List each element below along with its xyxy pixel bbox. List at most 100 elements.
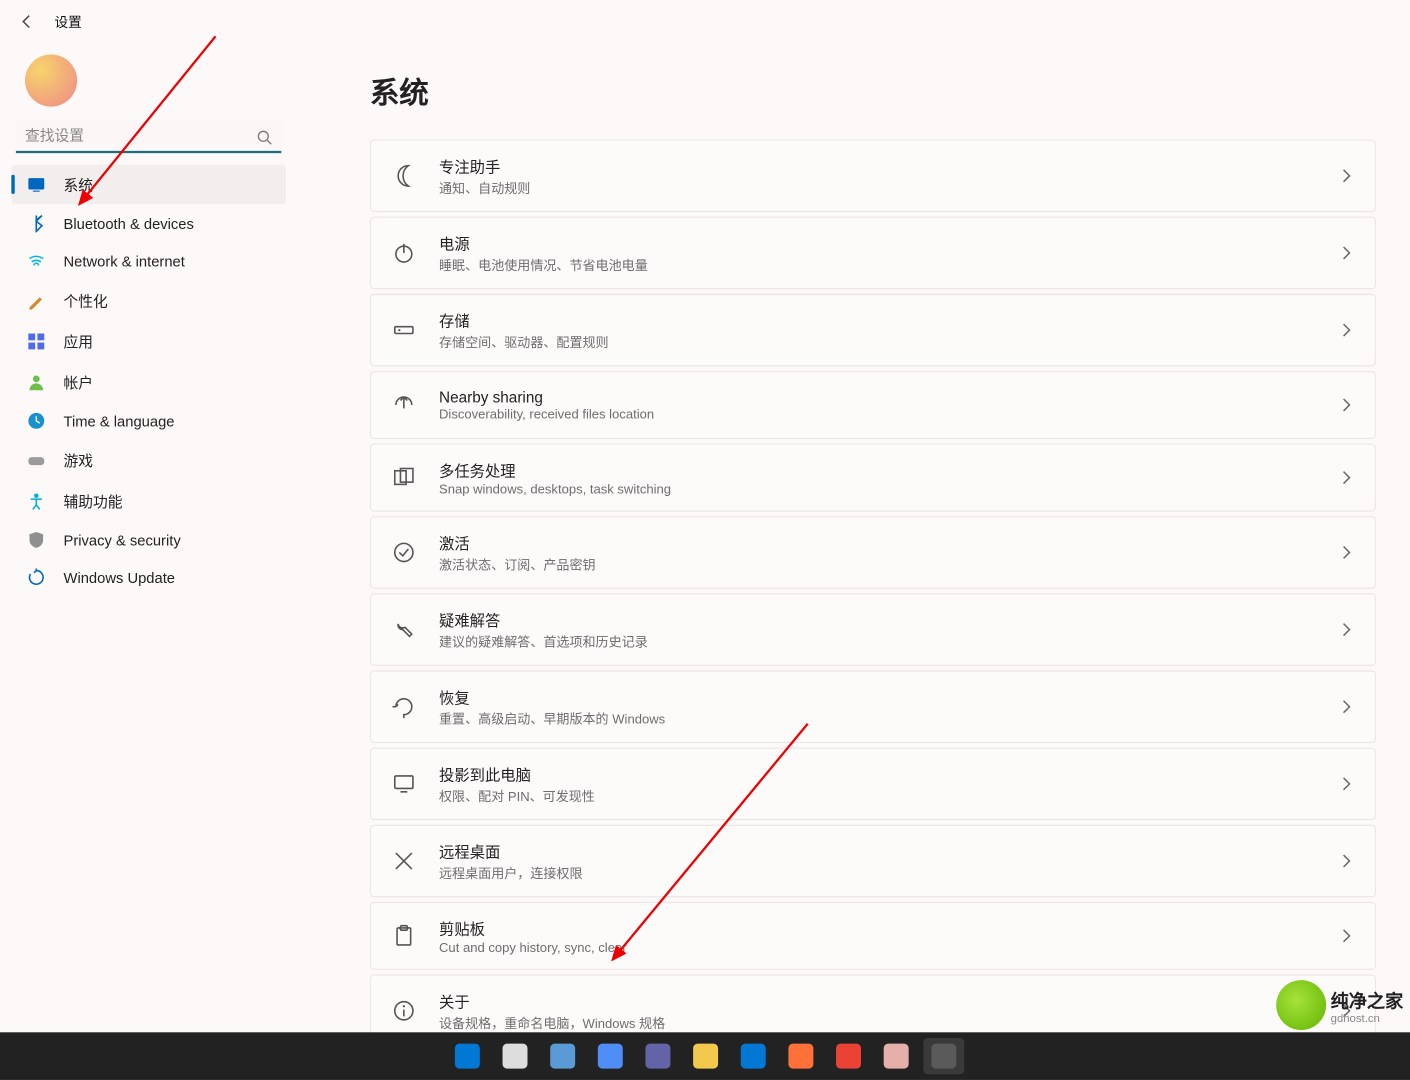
system-icon: [27, 175, 45, 193]
card-title: 专注助手: [439, 154, 1339, 177]
search-icon: [256, 129, 272, 145]
chevron-right-icon: [1339, 168, 1355, 184]
sidebar-item-9[interactable]: Privacy & security: [11, 522, 286, 558]
chevron-right-icon: [1339, 776, 1355, 792]
sidebar-item-2[interactable]: Network & internet: [11, 243, 286, 279]
sidebar-item-8[interactable]: 辅助功能: [11, 481, 286, 521]
recovery-icon: [391, 694, 416, 719]
settings-card-4[interactable]: 多任务处理 Snap windows, desktops, task switch…: [370, 444, 1376, 512]
taskbar-item-widgets-icon[interactable]: [589, 1038, 630, 1074]
search-input[interactable]: [16, 120, 281, 153]
chevron-right-icon: [1339, 245, 1355, 261]
chevron-right-icon: [1339, 322, 1355, 338]
card-title: 关于: [439, 989, 1339, 1012]
sidebar: 系统 Bluetooth & devices Network & internet 个…: [0, 43, 297, 1080]
remote-icon: [391, 849, 416, 874]
privacy-icon: [27, 531, 45, 549]
card-desc: 存储空间、驱动器、配置规则: [439, 334, 1339, 352]
taskbar-item-chat-icon[interactable]: [637, 1038, 678, 1074]
taskbar-item-search-tb-icon[interactable]: [494, 1038, 535, 1074]
chat-icon: [645, 1044, 670, 1069]
sidebar-item-label: 系统: [64, 174, 94, 196]
taskbar-item-settings-tb-icon[interactable]: [923, 1038, 964, 1074]
card-title: 投影到此电脑: [439, 762, 1339, 785]
settings-card-3[interactable]: Nearby sharingDiscoverability, received …: [370, 371, 1376, 439]
chevron-right-icon: [1339, 853, 1355, 869]
card-desc: 重置、高级启动、早期版本的 Windows: [439, 710, 1339, 728]
card-title: 远程桌面: [439, 839, 1339, 862]
watermark: 纯净之家 gdhost.cn: [1276, 980, 1403, 1030]
widgets-icon: [597, 1044, 622, 1069]
sidebar-item-label: 个性化: [64, 289, 108, 311]
chevron-right-icon: [1339, 545, 1355, 561]
activate-icon: [391, 540, 416, 565]
card-title: 恢复: [439, 685, 1339, 708]
settings-card-0[interactable]: 专注助手通知、自动规则: [370, 140, 1376, 213]
chevron-right-icon: [1339, 470, 1355, 486]
settings-cards: 专注助手通知、自动规则电源睡眠、电池使用情况、节省电池电量存储存储空间、驱动器、…: [370, 140, 1376, 1048]
sidebar-item-4[interactable]: 应用: [11, 321, 286, 361]
sidebar-item-5[interactable]: 帐户: [11, 362, 286, 402]
settings-card-9[interactable]: 远程桌面远程桌面用户，连接权限: [370, 825, 1376, 898]
card-desc: Snap windows, desktops, task switching: [439, 483, 1339, 497]
sidebar-item-1[interactable]: Bluetooth & devices: [11, 205, 286, 241]
settings-card-6[interactable]: 疑难解答建议的疑难解答、首选项和历史记录: [370, 593, 1376, 666]
card-title: 存储: [439, 309, 1339, 332]
chevron-right-icon: [1339, 928, 1355, 944]
start-icon: [454, 1044, 479, 1069]
taskbar-item-firefox-icon[interactable]: [780, 1038, 821, 1074]
firefox-icon: [788, 1044, 813, 1069]
sidebar-item-label: Network & internet: [64, 252, 185, 269]
settings-card-5[interactable]: 激活激活状态、订阅、产品密钥: [370, 516, 1376, 589]
sidebar-item-label: Privacy & security: [64, 531, 181, 548]
watermark-brand: 纯净之家: [1331, 985, 1404, 1012]
back-button[interactable]: [11, 6, 43, 38]
settings-card-1[interactable]: 电源睡眠、电池使用情况、节省电池电量: [370, 217, 1376, 290]
card-desc: 远程桌面用户，连接权限: [439, 864, 1339, 882]
card-desc: 建议的疑难解答、首选项和历史记录: [439, 633, 1339, 651]
sidebar-item-10[interactable]: Windows Update: [11, 559, 286, 595]
project-icon: [391, 771, 416, 796]
multitask-icon: [391, 465, 416, 490]
settings-tb-icon: [931, 1044, 956, 1069]
personalize-icon: [27, 291, 45, 309]
taskbar-item-start-icon[interactable]: [446, 1038, 487, 1074]
taskbar-item-chrome-icon[interactable]: [828, 1038, 869, 1074]
paint-icon: [883, 1044, 908, 1069]
back-arrow-icon: [19, 14, 35, 30]
card-desc: Cut and copy history, sync, clear: [439, 942, 1339, 956]
taskbar: [0, 1032, 1410, 1080]
main-content: 系统 专注助手通知、自动规则电源睡眠、电池使用情况、节省电池电量存储存储空间、驱…: [297, 43, 1410, 1080]
card-title: 激活: [439, 531, 1339, 554]
sidebar-item-label: Time & language: [64, 412, 175, 429]
update-icon: [27, 568, 45, 586]
card-desc: 权限、配对 PIN、可发现性: [439, 787, 1339, 805]
taskbar-item-paint-icon[interactable]: [875, 1038, 916, 1074]
chrome-icon: [835, 1044, 860, 1069]
wifi-icon: [27, 252, 45, 270]
chevron-right-icon: [1339, 397, 1355, 413]
card-title: 多任务处理: [439, 458, 1339, 481]
settings-card-7[interactable]: 恢复重置、高级启动、早期版本的 Windows: [370, 670, 1376, 743]
sidebar-item-label: 辅助功能: [64, 490, 123, 512]
settings-card-2[interactable]: 存储存储空间、驱动器、配置规则: [370, 294, 1376, 367]
sidebar-item-label: Bluetooth & devices: [64, 215, 194, 232]
card-desc: Discoverability, received files location: [439, 408, 1339, 422]
sidebar-item-7[interactable]: 游戏: [11, 440, 286, 480]
watermark-url: gdhost.cn: [1331, 1012, 1404, 1024]
settings-card-8[interactable]: 投影到此电脑权限、配对 PIN、可发现性: [370, 748, 1376, 821]
taskbar-item-explorer-icon[interactable]: [685, 1038, 726, 1074]
card-title: 剪贴板: [439, 917, 1339, 940]
avatar[interactable]: [25, 54, 77, 106]
taskbar-item-edge-icon[interactable]: [732, 1038, 773, 1074]
taskbar-item-taskview-icon[interactable]: [542, 1038, 583, 1074]
clipboard-icon: [391, 923, 416, 948]
accessibility-icon: [27, 492, 45, 510]
sidebar-item-3[interactable]: 个性化: [11, 280, 286, 320]
edge-icon: [740, 1044, 765, 1069]
sidebar-item-label: 应用: [64, 330, 94, 352]
sidebar-item-0[interactable]: 系统: [11, 164, 286, 204]
troubleshoot-icon: [391, 617, 416, 642]
sidebar-item-6[interactable]: Time & language: [11, 403, 286, 439]
settings-card-10[interactable]: 剪贴板 Cut and copy history, sync, clear: [370, 902, 1376, 970]
